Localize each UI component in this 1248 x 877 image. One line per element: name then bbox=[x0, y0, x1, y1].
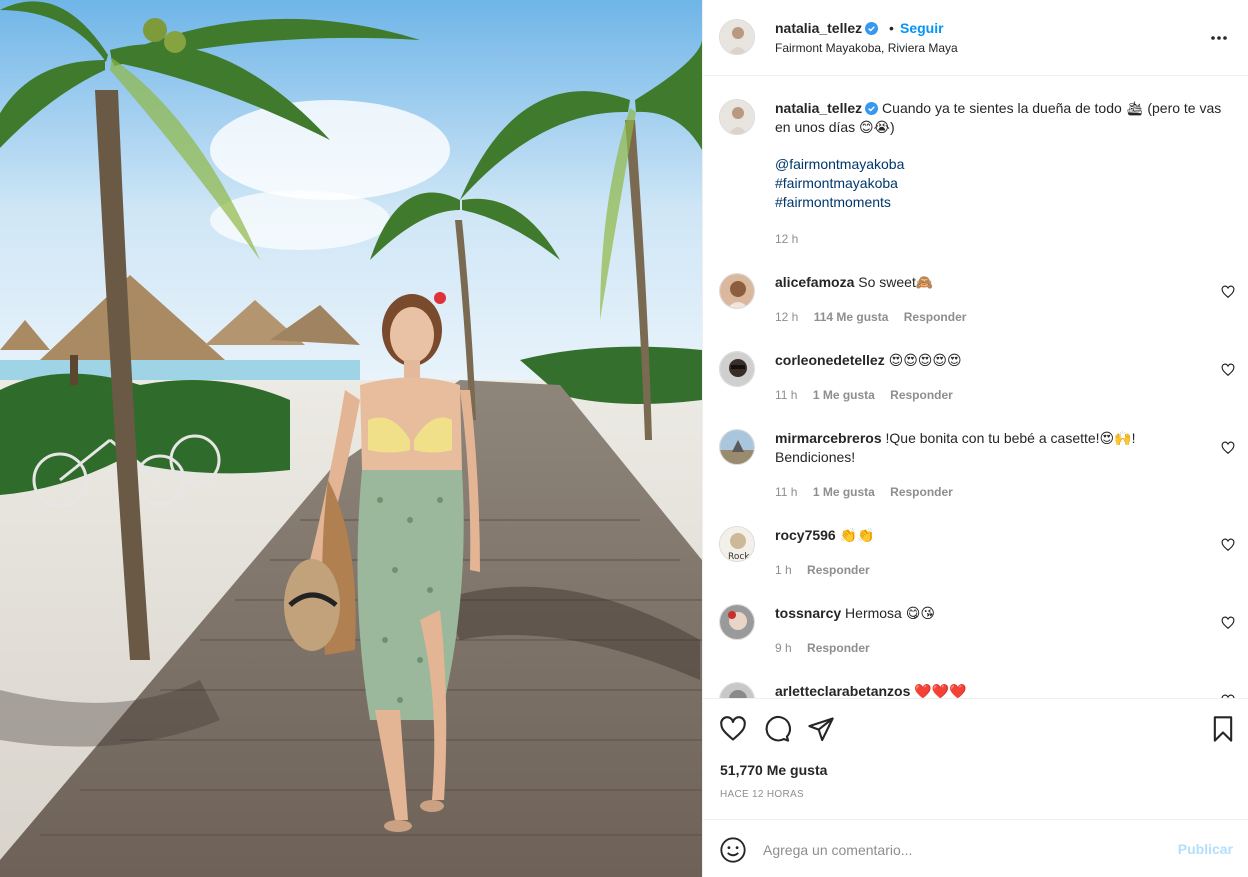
comment-text: Hermosa 😋😘 bbox=[845, 605, 935, 621]
comment-meta: 11 h 1 Me gusta Responder bbox=[775, 388, 965, 402]
comment-text-block: mirmarcebreros !Que bonita con tu bebé a… bbox=[775, 429, 1175, 467]
comment-heart-icon[interactable] bbox=[1221, 441, 1235, 455]
comment-text-block: corleonedetellez 😍😍😍😍😍 bbox=[775, 351, 1175, 370]
commenter-avatar[interactable]: Rock bbox=[719, 526, 755, 562]
paper-plane-icon[interactable] bbox=[807, 715, 835, 743]
more-horizontal-icon[interactable] bbox=[1209, 28, 1229, 48]
comment-likes[interactable]: 114 Me gusta bbox=[814, 310, 889, 324]
comment-text-block: alicefamoza So sweet🙈 bbox=[775, 273, 1175, 292]
comment-time[interactable]: 11 h bbox=[775, 388, 797, 402]
post-actions: 51,770 Me gusta HACE 12 HORAS bbox=[703, 698, 1248, 818]
commenter-avatar[interactable] bbox=[719, 429, 755, 465]
caption-avatar[interactable] bbox=[719, 99, 755, 135]
post-side-panel: natalia_tellez • Seguir Fairmont Mayakob… bbox=[702, 0, 1248, 877]
comment-text: So sweet🙈 bbox=[858, 274, 934, 290]
author-username-text[interactable]: natalia_tellez bbox=[775, 20, 862, 36]
caption-mention[interactable]: @fairmontmayakoba bbox=[775, 155, 1235, 174]
comment-meta: 1 h Responder bbox=[775, 563, 882, 577]
follow-button[interactable]: Seguir bbox=[900, 20, 944, 36]
caption-timestamp[interactable]: 12 h bbox=[775, 232, 798, 246]
commenter-username[interactable]: tossnarcy bbox=[775, 605, 841, 621]
comment-heart-icon[interactable] bbox=[1221, 538, 1235, 552]
comment-text-block: arletteclarabetanzos ❤️❤️❤️ bbox=[775, 682, 1175, 698]
svg-text:Rock: Rock bbox=[728, 552, 750, 562]
reply-button[interactable]: Responder bbox=[904, 310, 967, 324]
reply-button[interactable]: Responder bbox=[807, 641, 870, 655]
author-username[interactable]: natalia_tellez bbox=[775, 20, 879, 36]
comment-bubble-icon[interactable] bbox=[763, 715, 791, 743]
beach-boardwalk-photo bbox=[0, 0, 702, 877]
verified-badge-icon bbox=[865, 102, 879, 115]
comment-heart-icon[interactable] bbox=[1221, 363, 1235, 377]
comment-meta: 11 h 1 Me gusta Responder bbox=[775, 485, 965, 499]
comment-text: 😍😍😍😍😍 bbox=[888, 352, 962, 368]
comment-time[interactable]: 12 h bbox=[775, 310, 798, 324]
comment-meta: 9 h Responder bbox=[775, 641, 882, 655]
comment-time[interactable]: 1 h bbox=[775, 563, 792, 577]
heart-icon[interactable] bbox=[719, 715, 747, 743]
comment-heart-icon[interactable] bbox=[1221, 285, 1235, 299]
add-comment-bar: Publicar bbox=[703, 819, 1248, 877]
smiley-face-icon[interactable] bbox=[719, 836, 747, 864]
comment-likes[interactable]: 1 Me gusta bbox=[813, 485, 875, 499]
author-avatar[interactable] bbox=[719, 19, 755, 55]
post-location[interactable]: Fairmont Mayakoba, Riviera Maya bbox=[775, 41, 958, 55]
commenter-avatar[interactable] bbox=[719, 682, 755, 698]
comment-likes[interactable]: 1 Me gusta bbox=[813, 388, 875, 402]
caption-hashtag[interactable]: #fairmontmoments bbox=[775, 193, 1235, 212]
reply-button[interactable]: Responder bbox=[807, 563, 870, 577]
commenter-username[interactable]: corleonedetellez bbox=[775, 352, 885, 368]
caption-hashtag[interactable]: #fairmontmayakoba bbox=[775, 174, 1235, 193]
comment-text-block: tossnarcy Hermosa 😋😘 bbox=[775, 604, 1175, 623]
likes-count[interactable]: 51,770 Me gusta bbox=[720, 762, 827, 778]
commenter-username[interactable]: alicefamoza bbox=[775, 274, 854, 290]
commenter-username[interactable]: arletteclarabetanzos bbox=[775, 683, 910, 698]
post-time-ago[interactable]: HACE 12 HORAS bbox=[720, 789, 804, 800]
reply-button[interactable]: Responder bbox=[890, 485, 953, 499]
caption-body: natalia_tellez Cuando ya te sientes la d… bbox=[775, 99, 1235, 212]
separator-dot: • bbox=[889, 20, 894, 36]
comment-time[interactable]: 9 h bbox=[775, 641, 792, 655]
comment-text: 👏👏 bbox=[839, 527, 875, 543]
commenter-username[interactable]: rocy7596 bbox=[775, 527, 836, 543]
commenter-avatar[interactable] bbox=[719, 273, 755, 309]
commenter-avatar[interactable] bbox=[719, 351, 755, 387]
publish-button[interactable]: Publicar bbox=[1178, 841, 1233, 857]
bookmark-icon[interactable] bbox=[1209, 715, 1237, 743]
commenter-username[interactable]: mirmarcebreros bbox=[775, 430, 882, 446]
post-header: natalia_tellez • Seguir Fairmont Mayakob… bbox=[703, 0, 1248, 76]
post-photo[interactable] bbox=[0, 0, 702, 877]
comment-text-block: rocy7596 👏👏 bbox=[775, 526, 1175, 545]
verified-badge-icon bbox=[865, 22, 879, 35]
caption-username[interactable]: natalia_tellez bbox=[775, 100, 862, 116]
comment-heart-icon[interactable] bbox=[1221, 616, 1235, 630]
comment-text: ❤️❤️❤️ bbox=[914, 683, 967, 698]
comment-input[interactable] bbox=[763, 838, 1163, 862]
commenter-avatar[interactable] bbox=[719, 604, 755, 640]
comment-time[interactable]: 11 h bbox=[775, 485, 797, 499]
comments-list[interactable]: natalia_tellez Cuando ya te sientes la d… bbox=[703, 77, 1248, 698]
reply-button[interactable]: Responder bbox=[890, 388, 953, 402]
comment-meta: 12 h 114 Me gusta Responder bbox=[775, 310, 978, 324]
